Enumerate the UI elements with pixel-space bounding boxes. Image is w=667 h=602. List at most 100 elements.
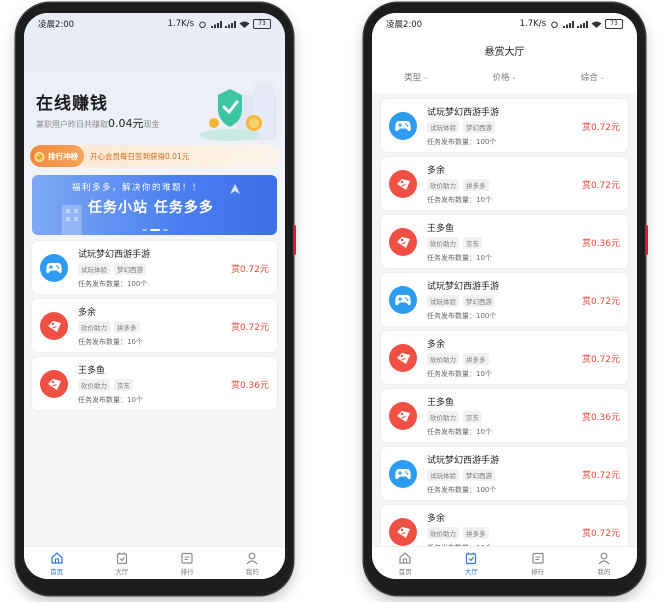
hall-screen: 凌晨2:00 1.7K/s 73 悬赏大厅 类型 ⌄ 价格 ⌄ 综合 ⌄ 试玩梦幻西游手游…: [372, 13, 637, 579]
tab-rank[interactable]: 排行: [513, 551, 563, 576]
user-icon: [245, 551, 259, 565]
rank-icon: [180, 551, 194, 565]
network-speed: 1.7K/s: [167, 19, 194, 29]
task-title: 王多鱼: [78, 366, 106, 376]
task-card[interactable]: 试玩梦幻西游手游 试玩体验 梦幻西游 任务发布数量：100个 赏0.72元: [381, 447, 628, 500]
status-bar: 凌晨2:00 1.7K/s 73: [24, 13, 285, 35]
task-reward: 赏0.72元: [581, 181, 620, 191]
page-title: 在线赚钱: [36, 94, 108, 114]
tab-home[interactable]: 首页: [380, 551, 430, 576]
task-count: 任务发布数量：10个: [78, 338, 143, 346]
task-count: 任务发布数量：100个: [78, 280, 148, 288]
medal-icon: [34, 151, 45, 162]
rank-strip[interactable]: 排行冲榜 开心会员每日签到获得0.01元: [30, 145, 279, 167]
banner-headline: 任务小站 任务多多: [88, 200, 214, 216]
task-card[interactable]: 试玩梦幻西游手游 试玩体验 梦幻西游 任务发布数量：100个 赏0.72元: [381, 273, 628, 326]
task-card[interactable]: 试玩梦幻西游手游 试玩体验 梦幻西游 任务发布数量：100个 赏0.72元: [381, 99, 628, 152]
task-tags: 试玩体验 梦幻西游: [427, 121, 495, 133]
task-card[interactable]: 试玩梦幻西游手游 试玩体验 梦幻西游 任务发布数量：100个 赏0.72元: [32, 241, 277, 294]
filter-1[interactable]: 价格 ⌄: [492, 71, 516, 83]
task-reward: 赏0.72元: [581, 529, 620, 539]
task-tag: 砍价助力: [427, 411, 459, 423]
task-tag: 试玩体验: [427, 121, 459, 133]
task-tags: 试玩体验 梦幻西游: [427, 295, 495, 307]
task-count: 任务发布数量：10个: [427, 428, 492, 436]
wifi-icon: [591, 21, 602, 28]
phone-side-button: [645, 225, 648, 255]
task-card[interactable]: 多余砍价助力拼多多任务发布数量：10个 赏0.72元: [381, 157, 628, 210]
task-card[interactable]: 王多鱼 砍价助力 京东 任务发布数量：10个 赏0.36元: [32, 357, 277, 410]
chevron-down-icon: ⌄: [599, 73, 605, 81]
phone-side-button: [293, 225, 296, 255]
task-reward: 赏0.36元: [581, 239, 620, 249]
task-tags: 砍价助力 京东: [427, 237, 482, 249]
gamepad-icon: [389, 286, 417, 314]
signal-icon: [211, 20, 222, 28]
status-bar: 凌晨2:00 1.7K/s 73: [372, 13, 637, 35]
task-card[interactable]: 多余砍价助力拼多多任务发布数量：10个 赏0.72元: [32, 299, 277, 352]
tab-home[interactable]: 首页: [32, 551, 82, 576]
banner-indicator: [142, 229, 168, 231]
task-title: 王多鱼: [427, 398, 455, 408]
network-speed: 1.7K/s: [519, 19, 546, 29]
gamepad-icon: [389, 460, 417, 488]
task-tag: 砍价助力: [78, 379, 110, 391]
task-tag: 砍价助力: [427, 179, 459, 191]
battery-icon: 73: [605, 19, 623, 29]
rank-badge[interactable]: 排行冲榜: [30, 145, 84, 167]
task-reward: 赏0.36元: [581, 413, 620, 423]
tab-hall[interactable]: 大厅: [446, 551, 496, 576]
task-reward: 赏0.72元: [581, 471, 620, 481]
tab-label: 排行: [531, 567, 545, 576]
user-icon: [597, 551, 611, 565]
task-title: 试玩梦幻西游手游: [427, 456, 500, 466]
filter-bar: 类型 ⌄ 价格 ⌄ 综合 ⌄: [372, 71, 637, 83]
task-reward: 赏0.72元: [581, 297, 620, 307]
hall-header: 悬赏大厅 类型 ⌄ 价格 ⌄ 综合 ⌄: [372, 35, 637, 93]
tag-icon: [389, 344, 417, 372]
banner-slogan: 福利多多，解决你的难题！！: [72, 183, 203, 193]
hall-icon: [464, 551, 478, 565]
task-card[interactable]: 王多鱼砍价助力 京东任务发布数量：10个 赏0.36元: [381, 389, 628, 442]
task-tag: 砍价助力: [427, 527, 459, 539]
promo-banner[interactable]: 福利多多，解决你的难题！！ 任务小站 任务多多: [32, 175, 277, 235]
task-title: 试玩梦幻西游手游: [427, 108, 500, 118]
task-card[interactable]: 王多鱼 砍价助力 京东 任务发布数量：10个 赏0.36元: [381, 215, 628, 268]
task-tag: 京东: [463, 411, 482, 423]
task-count: 任务发布数量：10个: [427, 196, 492, 204]
earnings-summary: 兼职用户昨日共赚取0.04元现金: [36, 115, 160, 131]
home-screen: 在线赚钱 兼职用户昨日共赚取0.04元现金 凌晨2:00 1.7K/s 73 排…: [24, 13, 285, 579]
task-title: 多余: [427, 514, 446, 524]
tab-user[interactable]: 我的: [579, 551, 629, 576]
task-tag: 砍价助力: [427, 353, 459, 365]
tag-icon: [40, 312, 68, 340]
task-tag: 拼多多: [463, 179, 489, 191]
tab-label: 首页: [398, 567, 412, 576]
task-tag: 试玩体验: [427, 469, 459, 481]
task-tag: 梦幻西游: [463, 121, 495, 133]
task-tag: 京东: [463, 237, 482, 249]
tab-hall[interactable]: 大厅: [97, 551, 147, 576]
filter-0[interactable]: 类型 ⌄: [404, 71, 428, 83]
tab-label: 首页: [50, 567, 64, 576]
task-count: 任务发布数量：10个: [427, 254, 492, 262]
rocket-icon: [230, 184, 240, 194]
task-reward: 赏0.72元: [230, 323, 269, 333]
tab-rank[interactable]: 排行: [162, 551, 212, 576]
home-task-list: 试玩梦幻西游手游 试玩体验 梦幻西游 任务发布数量：100个 赏0.72元 多余 砍价助力拼…: [32, 241, 277, 415]
task-title: 多余: [78, 308, 97, 318]
tag-icon: [389, 170, 417, 198]
task-title: 试玩梦幻西游手游: [427, 282, 500, 292]
building-icon: [62, 205, 82, 235]
task-tag: 京东: [114, 379, 133, 391]
task-tags: 试玩体验 梦幻西游: [427, 469, 495, 481]
tag-icon: [40, 370, 68, 398]
task-tag: 拼多多: [463, 527, 489, 539]
tab-user[interactable]: 我的: [227, 551, 277, 576]
filter-label: 价格: [492, 73, 510, 83]
task-tag: 砍价助力: [427, 237, 459, 249]
task-card[interactable]: 多余砍价助力拼多多任务发布数量：10个 赏0.72元: [381, 331, 628, 384]
tab-bar: 首页 大厅 排行 我的: [372, 546, 637, 579]
filter-2[interactable]: 综合 ⌄: [581, 71, 605, 83]
home-icon: [398, 551, 412, 565]
